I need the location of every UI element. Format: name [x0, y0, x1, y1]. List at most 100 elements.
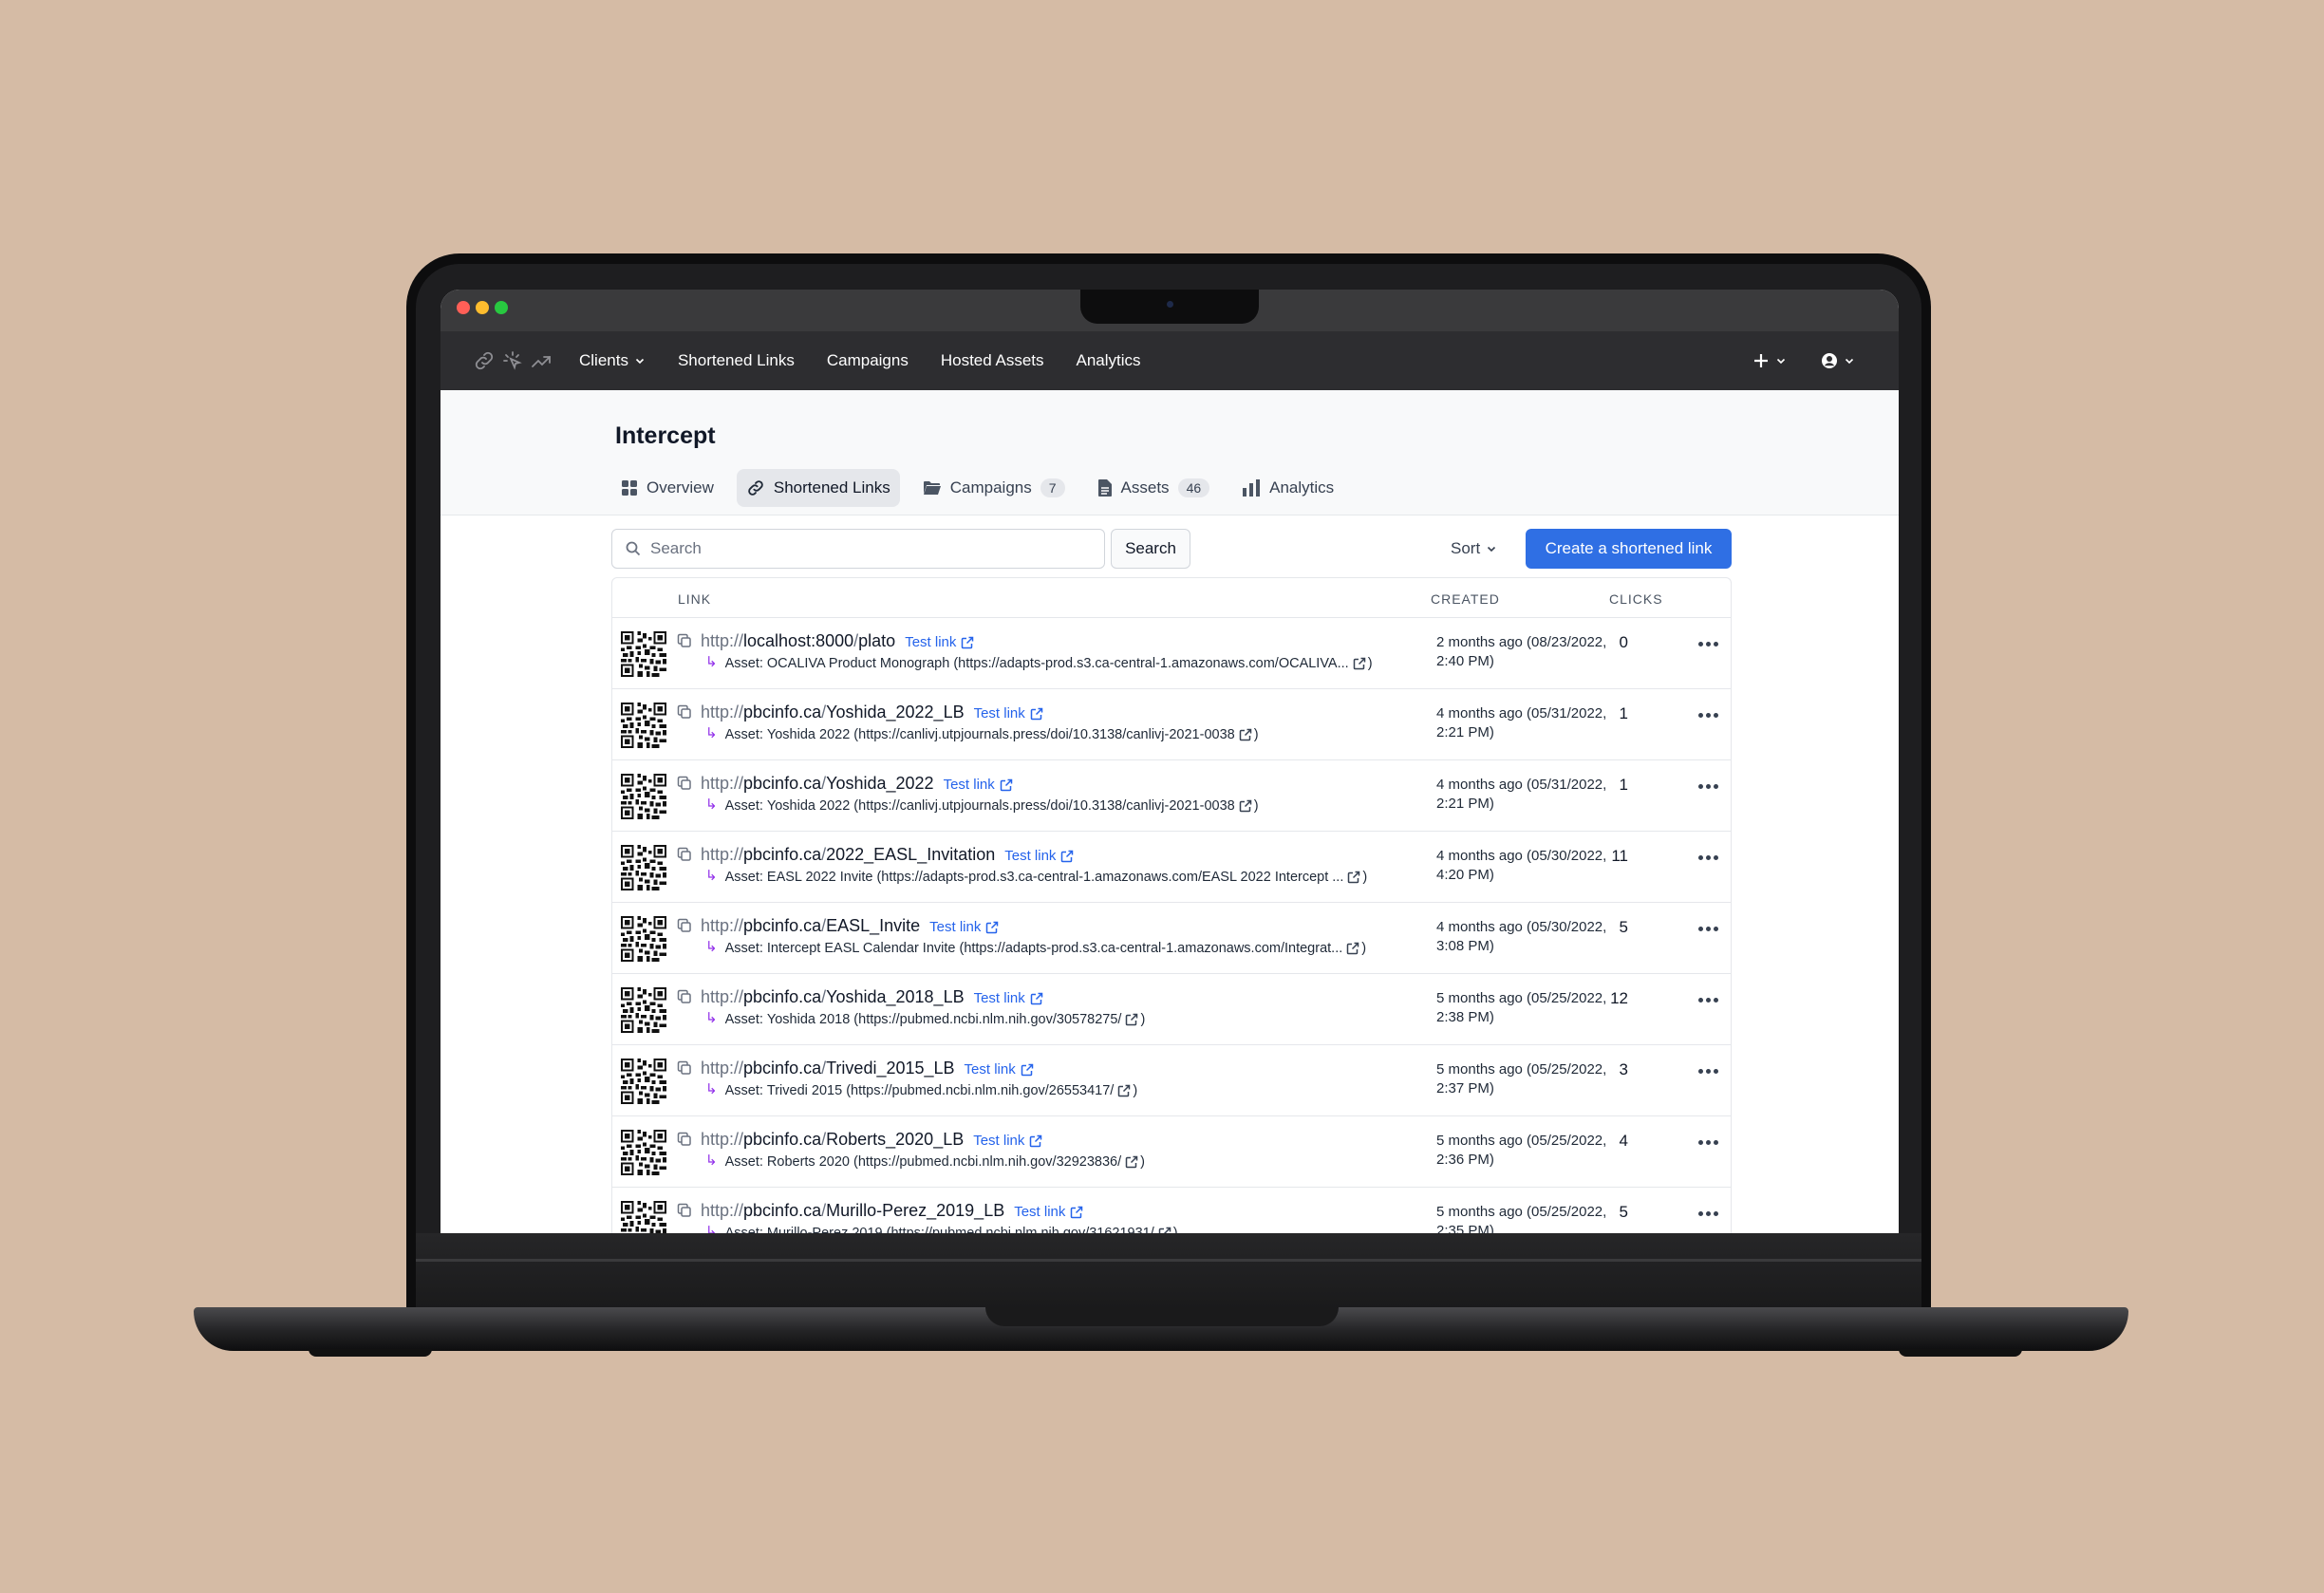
add-menu-button[interactable]	[1752, 352, 1787, 369]
search-input[interactable]	[650, 539, 1068, 558]
external-link-icon	[962, 636, 974, 648]
tab-campaigns[interactable]: Campaigns 7	[913, 469, 1075, 507]
asset-url[interactable]: (https://pubmed.ncbi.nlm.nih.gov/3057827…	[853, 1012, 1121, 1027]
row-actions-button[interactable]	[1695, 705, 1721, 724]
sort-dropdown[interactable]: Sort	[1451, 529, 1497, 569]
copy-icon[interactable]	[677, 847, 692, 862]
row-actions-button[interactable]	[1695, 1204, 1721, 1223]
short-link[interactable]: http://pbcinfo.ca/2022_EASL_Invitation Te…	[701, 845, 1074, 865]
nav-campaigns[interactable]: Campaigns	[827, 351, 909, 370]
asset-url[interactable]: (https://canlivj.utpjournals.press/doi/1…	[853, 727, 1234, 742]
qr-code-icon[interactable]	[621, 1201, 666, 1233]
test-link-button[interactable]: Test link	[944, 777, 1013, 793]
tab-analytics[interactable]: Analytics	[1232, 469, 1343, 507]
asset-url[interactable]: (https://pubmed.ncbi.nlm.nih.gov/3162193…	[887, 1226, 1154, 1233]
copy-icon[interactable]	[677, 776, 692, 791]
tab-overview[interactable]: Overview	[611, 469, 723, 507]
nav-hosted-assets[interactable]: Hosted Assets	[941, 351, 1044, 370]
table-row[interactable]: http://pbcinfo.ca/2022_EASL_Invitation Te…	[612, 832, 1731, 903]
short-link[interactable]: http://pbcinfo.ca/Trivedi_2015_LB Test li…	[701, 1059, 1034, 1078]
copy-icon[interactable]	[677, 633, 692, 648]
qr-code-icon[interactable]	[621, 1130, 666, 1175]
grid-icon	[622, 480, 637, 496]
qr-code-icon[interactable]	[621, 916, 666, 962]
test-link-button[interactable]: Test link	[1004, 848, 1074, 864]
maximize-window-button[interactable]	[495, 301, 508, 314]
minimize-window-button[interactable]	[476, 301, 489, 314]
short-link[interactable]: http://pbcinfo.ca/Yoshida_2022_LB Test li…	[701, 703, 1043, 722]
table-row[interactable]: http://pbcinfo.ca/Roberts_2020_LB Test li…	[612, 1116, 1731, 1188]
asset-url[interactable]: (https://adapts-prod.s3.ca-central-1.ama…	[876, 870, 1343, 885]
qr-code-icon[interactable]	[621, 703, 666, 748]
row-actions-button[interactable]	[1695, 990, 1721, 1009]
test-link-button[interactable]: Test link	[929, 919, 999, 935]
short-link[interactable]: http://pbcinfo.ca/Yoshida_2018_LB Test li…	[701, 987, 1043, 1007]
row-actions-button[interactable]	[1695, 777, 1721, 796]
test-link-button[interactable]: Test link	[905, 634, 974, 650]
table-row[interactable]: http://pbcinfo.ca/Yoshida_2018_LB Test li…	[612, 974, 1731, 1045]
table-row[interactable]: http://pbcinfo.ca/Yoshida_2022_LB Test li…	[612, 689, 1731, 760]
created-date-line-2: 2:21 PM)	[1436, 796, 1494, 812]
row-actions-button[interactable]	[1695, 848, 1721, 867]
copy-icon[interactable]	[677, 989, 692, 1004]
asset-url[interactable]: (https://canlivj.utpjournals.press/doi/1…	[853, 798, 1234, 814]
short-link[interactable]: http://pbcinfo.ca/Yoshida_2022 Test link	[701, 774, 1013, 794]
external-link-icon	[1030, 1134, 1042, 1147]
tab-assets[interactable]: Assets 46	[1088, 469, 1220, 507]
copy-icon[interactable]	[677, 918, 692, 933]
column-header-clicks[interactable]: CLICKS	[1609, 591, 1663, 607]
table-row[interactable]: http://pbcinfo.ca/Trivedi_2015_LB Test li…	[612, 1045, 1731, 1116]
test-link-button[interactable]: Test link	[974, 705, 1043, 722]
nav-clients[interactable]: Clients	[579, 351, 646, 370]
qr-code-icon[interactable]	[621, 631, 666, 677]
create-shortened-link-button[interactable]: Create a shortened link	[1526, 529, 1732, 569]
row-actions-button[interactable]	[1695, 634, 1721, 653]
asset-url[interactable]: (https://pubmed.ncbi.nlm.nih.gov/2655341…	[846, 1083, 1114, 1098]
copy-icon[interactable]	[677, 1203, 692, 1218]
nav-analytics[interactable]: Analytics	[1077, 351, 1141, 370]
screen: Clients Shortened Links Campaigns Hosted…	[440, 290, 1899, 1233]
column-header-link[interactable]: LINK	[678, 591, 711, 607]
cursor-click-logo-icon	[503, 351, 522, 370]
asset-url[interactable]: (https://adapts-prod.s3.ca-central-1.ama…	[959, 941, 1342, 956]
column-header-created[interactable]: CREATED	[1431, 591, 1500, 607]
user-menu-button[interactable]	[1821, 352, 1855, 369]
copy-icon[interactable]	[677, 1060, 692, 1076]
table-row[interactable]: http://pbcinfo.ca/Murillo-Perez_2019_LB T…	[612, 1188, 1731, 1233]
copy-icon[interactable]	[677, 1132, 692, 1147]
row-actions-button[interactable]	[1695, 1061, 1721, 1080]
test-link-button[interactable]: Test link	[1014, 1204, 1083, 1220]
qr-code-icon[interactable]	[621, 774, 666, 819]
click-count: 5	[1619, 918, 1628, 936]
close-window-button[interactable]	[457, 301, 470, 314]
copy-icon[interactable]	[677, 704, 692, 720]
external-link-icon	[1347, 942, 1359, 955]
table-row[interactable]: http://localhost:8000/plato Test link ↳ As…	[612, 618, 1731, 689]
external-link-icon	[1348, 871, 1360, 884]
nav-shortened-links[interactable]: Shortened Links	[678, 351, 795, 370]
test-link-button[interactable]: Test link	[974, 990, 1043, 1006]
link-slug: 2022_EASL_Invitation	[826, 845, 996, 864]
short-link[interactable]: http://pbcinfo.ca/Roberts_2020_LB Test li…	[701, 1130, 1042, 1150]
table-row[interactable]: http://pbcinfo.ca/Yoshida_2022 Test link …	[612, 760, 1731, 832]
qr-code-icon[interactable]	[621, 845, 666, 890]
row-actions-button[interactable]	[1695, 919, 1721, 938]
asset-url[interactable]: (https://adapts-prod.s3.ca-central-1.ama…	[953, 656, 1348, 671]
search-button[interactable]: Search	[1111, 529, 1190, 569]
row-actions-button[interactable]	[1695, 1133, 1721, 1152]
test-link-button[interactable]: Test link	[965, 1061, 1034, 1078]
app-logo[interactable]	[473, 349, 553, 372]
tab-shortened-links[interactable]: Shortened Links	[736, 469, 900, 507]
asset-info: ↳ Asset: Murillo-Perez 2019 (https://pubm…	[705, 1224, 1178, 1233]
short-link[interactable]: http://localhost:8000/plato Test link	[701, 631, 974, 651]
laptop-opening-groove	[985, 1307, 1339, 1326]
asset-url[interactable]: (https://pubmed.ncbi.nlm.nih.gov/3292383…	[853, 1154, 1121, 1170]
short-link[interactable]: http://pbcinfo.ca/Murillo-Perez_2019_LB T…	[701, 1201, 1083, 1221]
qr-code-icon[interactable]	[621, 987, 666, 1033]
laptop-hinge-line	[416, 1259, 1921, 1262]
short-link[interactable]: http://pbcinfo.ca/EASL_Invite Test link	[701, 916, 999, 936]
test-link-button[interactable]: Test link	[973, 1133, 1042, 1149]
table-row[interactable]: http://pbcinfo.ca/EASL_Invite Test link ↳…	[612, 903, 1731, 974]
click-count: 3	[1619, 1060, 1628, 1078]
qr-code-icon[interactable]	[621, 1059, 666, 1104]
